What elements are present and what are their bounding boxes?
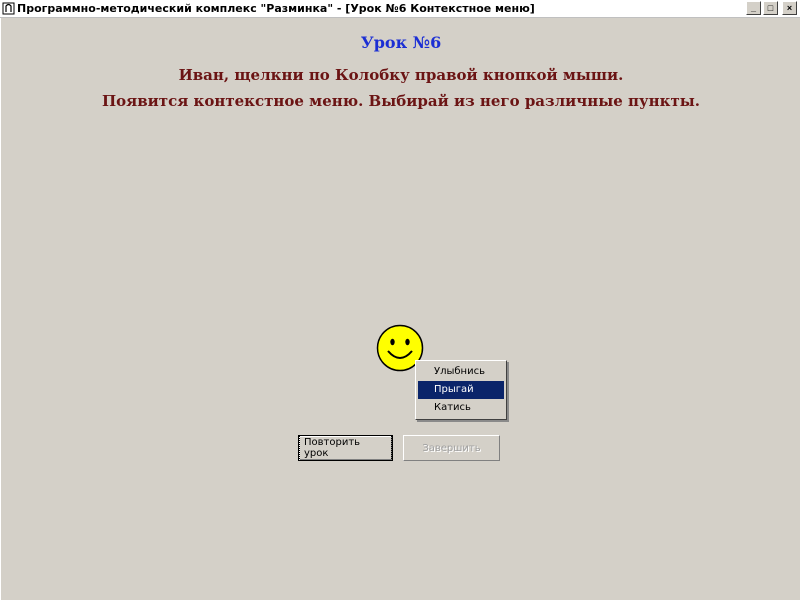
minimize-icon: _ bbox=[750, 2, 756, 13]
lesson-area: Урок №6 Иван, щелкни по Колобку правой к… bbox=[0, 18, 800, 600]
menu-item-jump[interactable]: Прыгай bbox=[418, 381, 504, 399]
instruction-line-2: Появится контекстное меню. Выбирай из не… bbox=[101, 92, 701, 110]
minimize-button[interactable]: _ bbox=[746, 1, 761, 15]
maximize-icon: □ bbox=[767, 2, 774, 13]
instruction-line-1: Иван, щелкни по Колобку правой кнопкой м… bbox=[178, 66, 624, 84]
repeat-lesson-label: Повторить урок bbox=[299, 435, 392, 461]
window-title: Программно-методический комплекс "Размин… bbox=[17, 2, 535, 15]
finish-label: Завершить bbox=[422, 442, 481, 454]
context-menu: Улыбнись Прыгай Катись bbox=[415, 360, 507, 420]
maximize-button[interactable]: □ bbox=[763, 1, 778, 15]
menu-item-roll[interactable]: Катись bbox=[418, 399, 504, 417]
repeat-lesson-button[interactable]: Повторить урок bbox=[298, 435, 393, 461]
menu-item-smile[interactable]: Улыбнись bbox=[418, 363, 504, 381]
app-icon bbox=[2, 2, 15, 15]
finish-button: Завершить bbox=[403, 435, 500, 461]
close-button[interactable]: × bbox=[782, 1, 797, 15]
title-bar[interactable]: Программно-методический комплекс "Размин… bbox=[0, 0, 800, 18]
close-icon: × bbox=[786, 2, 793, 13]
window-controls: _ □ × bbox=[746, 1, 797, 15]
lesson-title: Урок №6 bbox=[360, 33, 442, 52]
